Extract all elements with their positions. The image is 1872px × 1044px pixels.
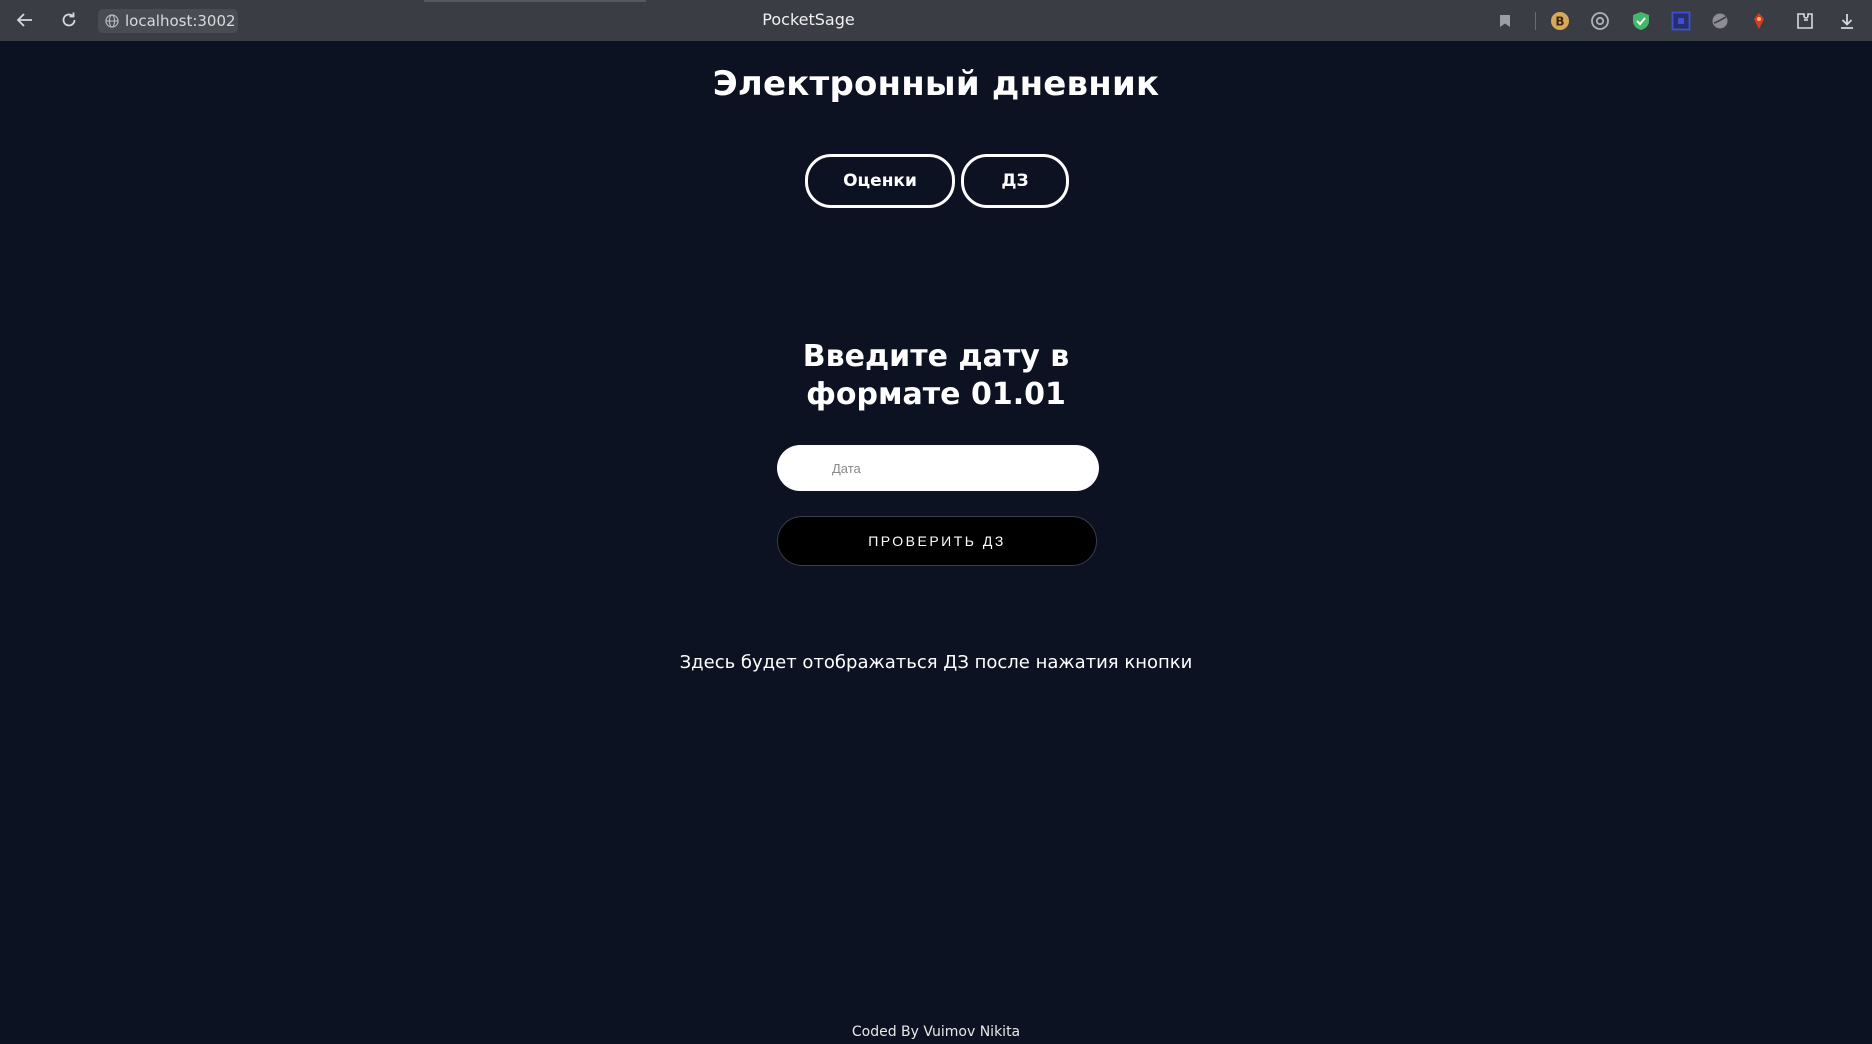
nav-buttons: Оценки ДЗ [0,154,1872,208]
browser-toolbar: localhost:3002 PocketSage B [0,0,1872,41]
homework-button[interactable]: ДЗ [961,154,1069,208]
window-title: PocketSage [762,10,855,29]
prompt-line-1: Введите дату в [802,339,1070,374]
download-icon[interactable] [1836,10,1858,32]
date-input[interactable] [777,445,1099,491]
svg-text:B: B [1555,15,1564,29]
footer-credit: Coded By Vuimov Nikita [851,1024,1021,1040]
bookmark-icon[interactable] [1494,10,1516,32]
check-homework-button[interactable]: ПРОВЕРИТЬ ДЗ [777,516,1097,566]
homework-result-text: Здесь будет отображаться ДЗ после нажати… [679,652,1193,673]
extensions-puzzle-icon[interactable] [1794,10,1816,32]
prompt-line-2: формате 01.01 [806,377,1066,412]
ball-icon[interactable] [1709,10,1731,32]
toolbar-divider [1535,12,1536,30]
page-title: Электронный дневник [712,64,1160,104]
at-sign-icon[interactable] [1589,10,1611,32]
b-extension-icon[interactable]: B [1549,10,1571,32]
square-extension-icon[interactable] [1670,10,1692,32]
tab-indicator [424,0,646,2]
grades-button[interactable]: Оценки [805,154,955,208]
rocket-icon[interactable] [1748,10,1770,32]
date-prompt-heading: Введите дату в формате 01.01 [0,338,1872,414]
shield-check-icon[interactable] [1630,10,1652,32]
